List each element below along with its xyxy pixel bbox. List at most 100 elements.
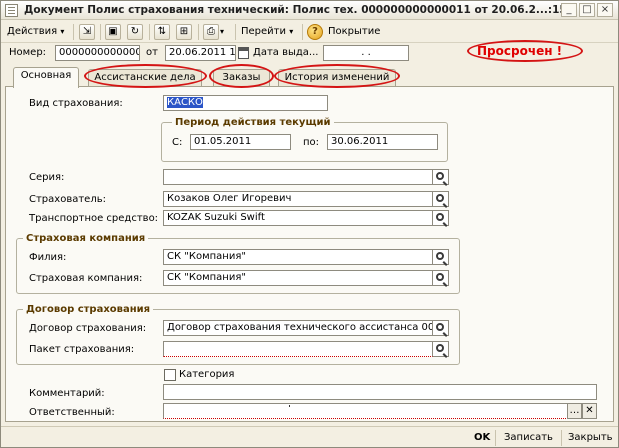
search-icon — [436, 344, 444, 352]
tab-change-history[interactable]: История изменений — [278, 69, 396, 87]
window-title: Документ Полис страхования технический: … — [24, 4, 567, 16]
coverage-button[interactable]: Покрытие — [328, 24, 380, 40]
search-icon — [436, 213, 444, 221]
actions-menu[interactable]: Действия ▾ — [7, 24, 64, 40]
company-field[interactable]: СК "Компания" — [163, 270, 433, 286]
insurance-type-value: КАСКО — [167, 97, 203, 108]
tab-main[interactable]: Основная — [13, 67, 79, 88]
document-window: Документ Полис страхования технический: … — [0, 0, 619, 448]
clear-icon: ✕ — [585, 405, 594, 416]
vehicle-field[interactable]: KOZAK Suzuki Swift — [163, 210, 433, 226]
toolbar-separator — [73, 24, 74, 40]
period-group-title: Период действия текущий — [172, 116, 334, 129]
post-and-close-icon[interactable]: ⇲ — [79, 24, 95, 40]
package-select-button[interactable] — [433, 341, 449, 357]
branch-field[interactable]: СК "Компания" — [163, 249, 433, 265]
insurance-contract-group: Договор страхования Договор страхования:… — [16, 303, 460, 365]
issue-date-label: Дата выда... — [253, 47, 319, 58]
help-icon[interactable]: ? — [307, 24, 323, 40]
insurance-type-field[interactable]: КАСКО — [163, 95, 328, 111]
goto-label: Перейти — [241, 26, 286, 37]
contract-select-button[interactable] — [433, 320, 449, 336]
chevron-down-icon: ▾ — [60, 27, 65, 36]
responsible-label: Ответственный: — [29, 407, 115, 418]
goto-menu[interactable]: Перейти ▾ — [241, 24, 293, 40]
category-label: Категория — [179, 369, 235, 380]
close-button[interactable]: Закрыть — [568, 430, 613, 445]
search-icon — [436, 273, 444, 281]
contract-field[interactable]: Договор страхования технического ассиста… — [163, 320, 433, 336]
toolbar-separator — [235, 24, 236, 40]
insurance-type-label: Вид страхования: — [29, 98, 123, 109]
vehicle-select-button[interactable] — [433, 210, 449, 226]
branch-label: Филия: — [29, 252, 67, 263]
save-icon[interactable]: ▣ — [105, 24, 121, 40]
period-from-label: С: — [172, 137, 183, 148]
toolbar-separator — [100, 24, 101, 40]
responsible-select-button[interactable]: … — [567, 403, 582, 419]
status-badge: Просрочен ! — [477, 44, 563, 58]
movement-icon[interactable]: ⇅ — [154, 24, 170, 40]
number-label: Номер: — [9, 47, 47, 58]
insurance-company-group-title: Страховая компания — [23, 232, 149, 245]
period-to-label: по: — [303, 137, 320, 148]
title-bar: Документ Полис страхования технический: … — [1, 1, 618, 20]
responsible-field[interactable] — [163, 403, 568, 419]
vehicle-label: Транспортное средство: — [29, 213, 159, 224]
search-icon — [436, 323, 444, 331]
search-icon — [436, 252, 444, 260]
package-label: Пакет страхования: — [29, 344, 135, 355]
text-cursor — [289, 405, 290, 407]
toolbar-separator — [302, 24, 303, 40]
insurer-select-button[interactable] — [433, 191, 449, 207]
bottom-separator — [495, 430, 496, 446]
close-window-button[interactable]: × — [597, 3, 613, 17]
comment-field[interactable] — [163, 384, 597, 400]
comment-label: Комментарий: — [29, 388, 105, 399]
tab-orders[interactable]: Заказы — [213, 69, 270, 87]
from-label: от — [146, 47, 158, 58]
period-from-field[interactable]: 01.05.2011 — [190, 134, 291, 150]
calendar-icon[interactable] — [238, 47, 249, 59]
series-field[interactable] — [163, 169, 433, 185]
company-label: Страховая компания: — [29, 273, 143, 284]
bottom-separator — [561, 430, 562, 446]
chevron-down-icon: ▾ — [289, 27, 294, 36]
structure-icon[interactable]: ⊞ — [176, 24, 192, 40]
toolbar: Действия ▾ ⇲ ▣ ↻ ⇅ ⊞ ⎙ ▾ Перейти ▾ ? Пок… — [1, 21, 618, 43]
maximize-button[interactable]: □ — [579, 3, 595, 17]
period-to-field[interactable]: 30.06.2011 — [327, 134, 438, 150]
search-icon — [436, 172, 444, 180]
period-group: Период действия текущий С: 01.05.2011 по… — [161, 116, 448, 162]
insurer-field[interactable]: Козаков Олег Игоревич — [163, 191, 433, 207]
branch-select-button[interactable] — [433, 249, 449, 265]
insurance-contract-group-title: Договор страхования — [23, 303, 154, 316]
insurer-label: Страхователь: — [29, 194, 106, 205]
toolbar-separator — [149, 24, 150, 40]
company-select-button[interactable] — [433, 270, 449, 286]
responsible-clear-button[interactable]: ✕ — [582, 403, 597, 419]
actions-label: Действия — [7, 26, 58, 37]
package-field[interactable] — [163, 341, 433, 357]
chevron-down-icon[interactable]: ▾ — [220, 24, 224, 40]
refresh-icon[interactable]: ↻ — [127, 24, 143, 40]
insurance-company-group: Страховая компания Филия: СК "Компания" … — [16, 232, 460, 294]
save-button[interactable]: Записать — [504, 430, 553, 445]
ok-button[interactable]: OK — [474, 430, 490, 445]
issue-date-field[interactable]: . . — [323, 45, 409, 61]
date-field[interactable]: 20.06.2011 1 — [165, 45, 236, 61]
bottom-bar: OK Записать Закрыть — [1, 426, 618, 447]
contract-label: Договор страхования: — [29, 323, 147, 334]
main-panel: Вид страхования: КАСКО Период действия т… — [5, 86, 614, 422]
search-icon — [436, 194, 444, 202]
series-label: Серия: — [29, 172, 65, 183]
print-icon[interactable]: ⎙ — [203, 24, 219, 40]
minimize-button[interactable]: _ — [561, 3, 577, 17]
tab-assistance-cases[interactable]: Ассистанские дела — [88, 69, 202, 87]
category-checkbox[interactable] — [164, 369, 176, 381]
document-icon — [5, 4, 18, 17]
series-select-button[interactable] — [433, 169, 449, 185]
tab-bar: Основная Ассистанские дела Заказы Истори… — [1, 67, 618, 88]
number-field[interactable]: 000000000000011 — [55, 45, 140, 61]
toolbar-separator — [198, 24, 199, 40]
